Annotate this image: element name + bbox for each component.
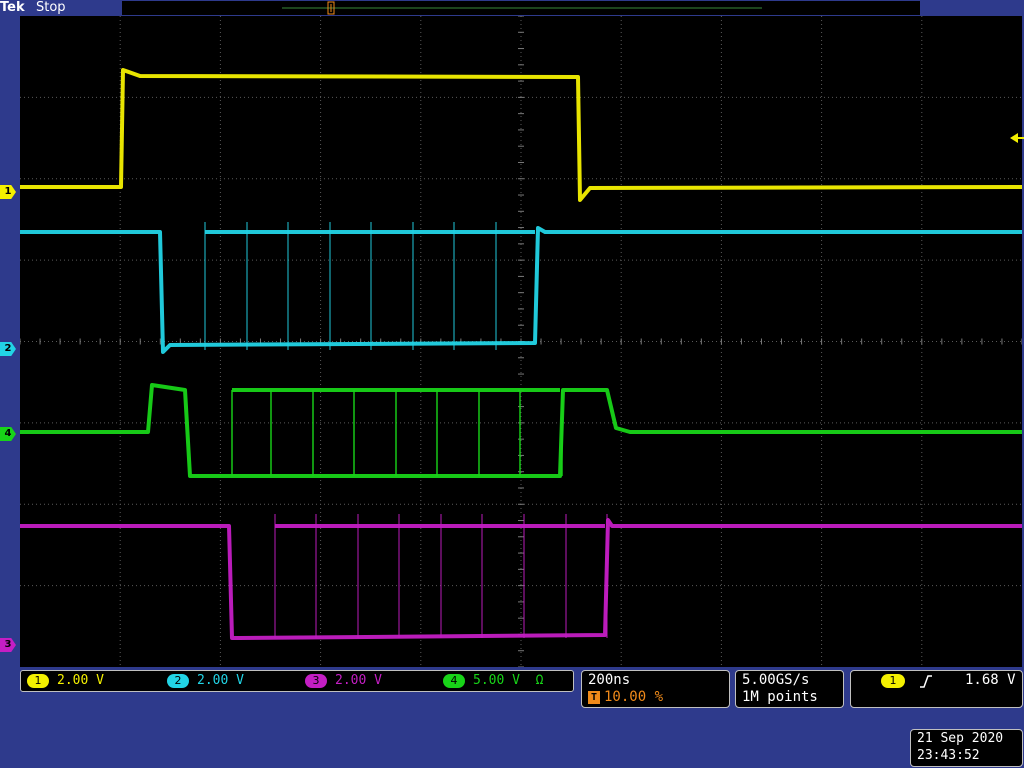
channel-scale-bar: 1 2.00 V 2 2.00 V 3 2.00 V 4 5.00 V Ω [20,670,574,692]
ch1-scale[interactable]: 1 2.00 V [27,673,104,689]
brand-logo: Tek [0,0,25,15]
trigger-t-icon: T [588,690,600,704]
timebase-panel[interactable]: 200ns T 10.00 % [581,670,730,708]
ohm-icon: Ω [535,673,544,688]
acquisition-panel[interactable]: 5.00GS/s 1M points [735,670,844,708]
time-display: 23:43:52 [917,748,980,763]
ch3-scale[interactable]: 3 2.00 V [305,673,382,689]
datetime-panel: 21 Sep 2020 23:43:52 [910,729,1023,767]
ch2-scale[interactable]: 2 2.00 V [167,673,244,689]
ch2-trace [20,226,1022,354]
waveform-graticule [20,16,1022,667]
ch2-ground-marker[interactable]: 2 [0,342,16,356]
ch1-ground-marker[interactable]: 1 [0,185,16,199]
trigger-source-badge: 1 [881,674,905,688]
date-display: 21 Sep 2020 [917,731,1004,746]
sample-rate: 5.00GS/s [742,672,810,688]
trigger-level-marker[interactable] [1010,132,1024,144]
trigger-panel[interactable]: 1 1.68 V [850,670,1023,708]
ch4-scale[interactable]: 4 5.00 V Ω [443,673,543,689]
record-length: 1M points [742,689,818,705]
top-status-bar: Tek Stop [0,0,1024,16]
timebase-scale: 200ns [588,672,631,688]
ch3-ground-marker[interactable]: 3 [0,638,16,652]
trigger-position: 10.00 % [604,689,664,705]
waveform-display[interactable] [20,16,1022,667]
ch4-ground-marker[interactable]: 4 [0,427,16,441]
ch4-trace [20,383,1022,478]
rising-edge-icon [919,673,933,689]
record-view-bar[interactable] [122,1,920,15]
acquisition-status: Stop [36,0,66,15]
trigger-level: 1.68 V [965,672,1016,688]
